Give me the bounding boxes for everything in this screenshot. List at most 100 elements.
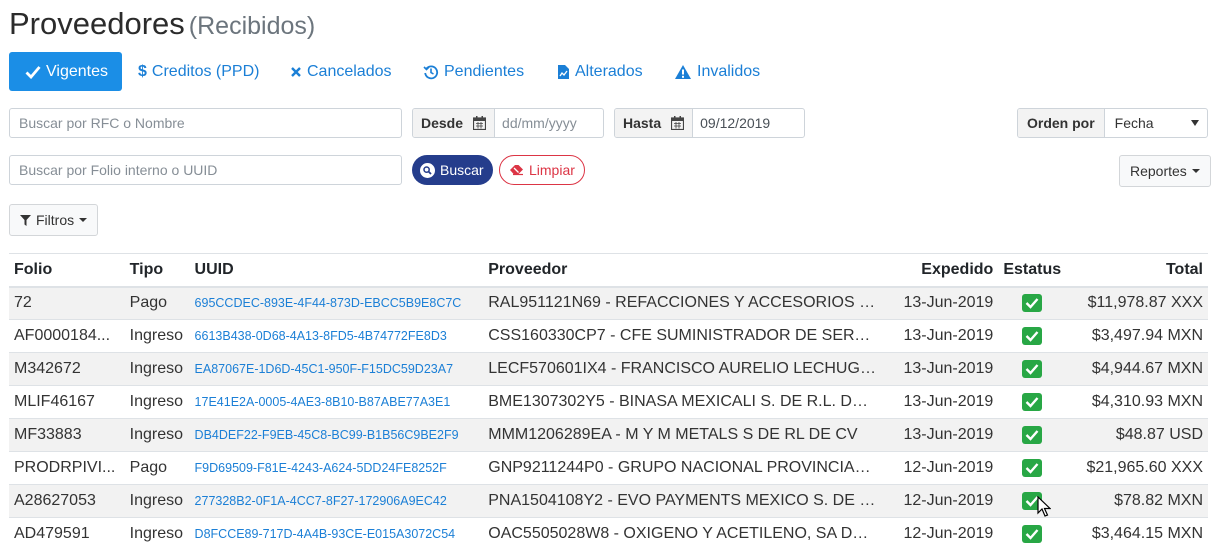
table-row[interactable]: AF0000184... Ingreso 6613B438-0D68-4A13-… <box>9 319 1208 353</box>
filter-icon <box>20 214 31 226</box>
dollar-icon: $ <box>138 62 147 80</box>
proveedor-cell: LECF570601IX4 - FRANCISCO AURELIO LECHUG… <box>483 352 883 386</box>
check-square-icon <box>1022 425 1043 444</box>
table-row[interactable]: A28627053 Ingreso 277328B2-0F1A-4CC7-8F2… <box>9 484 1208 518</box>
mouse-cursor-icon <box>1037 496 1051 517</box>
estatus-cell <box>998 319 1067 353</box>
reportes-dropdown-button[interactable]: Reportes <box>1119 155 1211 187</box>
uuid-link[interactable]: EA87067E-1D6D-45C1-950F-F15DC59D23A7 <box>189 352 484 386</box>
table-row[interactable]: M342672 Ingreso EA87067E-1D6D-45C1-950F-… <box>9 352 1208 386</box>
check-square-icon <box>1022 525 1043 544</box>
uuid-link[interactable]: D8FCCE89-717D-4A4B-93CE-E015A3072C54 <box>189 517 484 551</box>
orden-por-field[interactable]: Orden por Fecha <box>1017 108 1208 138</box>
hasta-date-field[interactable]: Hasta 09/12/2019 <box>614 108 805 138</box>
uuid-link[interactable]: 277328B2-0F1A-4CC7-8F27-172906A9EC42 <box>189 484 484 518</box>
hasta-date-input[interactable]: 09/12/2019 <box>693 109 804 137</box>
desde-date-field[interactable]: Desde dd/mm/yyyy <box>412 108 604 138</box>
proveedor-cell: PNA1504108Y2 - EVO PAYMENTS MEXICO S. DE… <box>483 484 883 518</box>
desde-date-input[interactable]: dd/mm/yyyy <box>495 109 603 137</box>
proveedor-cell: CSS160330CP7 - CFE SUMINISTRADOR DE SERV… <box>483 319 883 353</box>
tipo-cell: Ingreso <box>124 418 190 452</box>
orden-por-select[interactable]: Fecha <box>1105 109 1207 137</box>
table-header-row: Folio Tipo UUID Proveedor Expedido Estat… <box>9 253 1208 288</box>
file-chart-icon <box>558 64 569 79</box>
tab-invalidos[interactable]: Invalidos <box>674 52 760 91</box>
uuid-link[interactable]: F9D69509-F81E-4243-A624-5DD24FE8252F <box>189 451 484 485</box>
tipo-cell: Ingreso <box>124 352 190 386</box>
select-arrow-icon <box>1191 120 1199 126</box>
tab-cancelados[interactable]: Cancelados <box>290 52 392 91</box>
estatus-cell <box>998 352 1067 386</box>
col-header-uuid[interactable]: UUID <box>189 253 484 288</box>
folio-cell: AD479591 <box>9 517 125 551</box>
proveedor-cell: RAL951121N69 - REFACCIONES Y ACCESORIOS … <box>483 286 883 320</box>
search-rfc-input[interactable]: Buscar por RFC o Nombre <box>9 108 402 138</box>
col-header-estatus[interactable]: Estatus <box>998 253 1067 288</box>
uuid-link[interactable]: DB4DEF22-F9EB-45C8-BC99-B1B56C9BE2F9 <box>189 418 484 452</box>
expedido-cell: 13-Jun-2019 <box>882 319 999 353</box>
folio-cell: M342672 <box>9 352 125 386</box>
col-header-total[interactable]: Total <box>1066 253 1208 288</box>
proveedor-cell: OAC5505028W8 - OXIGENO Y ACETILENO, SA D… <box>483 517 883 551</box>
filtros-dropdown-button[interactable]: Filtros <box>9 204 99 236</box>
table-row[interactable]: PRODRPIVI... Pago F9D69509-F81E-4243-A62… <box>9 451 1208 485</box>
expedido-cell: 12-Jun-2019 <box>882 517 999 551</box>
tipo-cell: Ingreso <box>124 385 190 419</box>
buscar-button[interactable]: Buscar <box>412 155 493 185</box>
calendar-icon <box>473 116 487 130</box>
search-folio-input[interactable]: Buscar por Folio interno o UUID <box>9 155 402 185</box>
times-icon <box>291 66 301 77</box>
uuid-link[interactable]: 695CCDEC-893E-4F44-873D-EBCC5B9E8C7C <box>189 286 484 320</box>
estatus-cell <box>998 385 1067 419</box>
warning-icon <box>675 64 691 79</box>
table-row[interactable]: 72 Pago 695CCDEC-893E-4F44-873D-EBCC5B9E… <box>9 286 1208 320</box>
total-cell: $3,497.94 MXN <box>1066 319 1208 353</box>
col-header-expedido[interactable]: Expedido <box>882 253 999 288</box>
col-header-folio[interactable]: Folio <box>9 253 125 288</box>
tab-alterados[interactable]: Alterados <box>557 52 643 91</box>
check-icon <box>25 65 41 79</box>
table-row[interactable]: MLIF46167 Ingreso 17E41E2A-0005-4AE3-8B1… <box>9 385 1208 419</box>
table-row[interactable]: AD479591 Ingreso D8FCCE89-717D-4A4B-93CE… <box>9 517 1208 551</box>
uuid-link[interactable]: 6613B438-0D68-4A13-8FD5-4B74772FE8D3 <box>189 319 484 353</box>
expedido-cell: 13-Jun-2019 <box>882 352 999 386</box>
total-cell: $11,978.87 XXX <box>1066 286 1208 320</box>
folio-cell: A28627053 <box>9 484 125 518</box>
tipo-cell: Pago <box>124 286 190 320</box>
folio-cell: 72 <box>9 286 125 320</box>
tab-pendientes[interactable]: Pendientes <box>423 52 524 91</box>
estatus-cell <box>998 286 1067 320</box>
facturas-table: Folio Tipo UUID Proveedor Expedido Estat… <box>9 253 1208 551</box>
limpiar-button[interactable]: Limpiar <box>499 155 585 185</box>
tipo-cell: Ingreso <box>124 484 190 518</box>
eraser-icon <box>510 165 523 176</box>
folio-cell: MLIF46167 <box>9 385 125 419</box>
proveedor-cell: GNP9211244P0 - GRUPO NACIONAL PROVINCIAL… <box>483 451 883 485</box>
total-cell: $4,310.93 MXN <box>1066 385 1208 419</box>
check-square-icon <box>1022 359 1043 378</box>
tab-vigentes[interactable]: Vigentes <box>9 52 122 91</box>
caret-down-icon <box>1191 169 1200 173</box>
uuid-link[interactable]: 17E41E2A-0005-4AE3-8B10-B87ABE77A3E1 <box>189 385 484 419</box>
check-square-icon <box>1022 392 1043 411</box>
total-cell: $3,464.15 MXN <box>1066 517 1208 551</box>
col-header-tipo[interactable]: Tipo <box>124 253 190 288</box>
caret-down-icon <box>79 218 88 222</box>
total-cell: $21,965.60 XXX <box>1066 451 1208 485</box>
table-row[interactable]: MF33883 Ingreso DB4DEF22-F9EB-45C8-BC99-… <box>9 418 1208 452</box>
history-icon <box>423 64 439 79</box>
proveedor-cell: BME1307302Y5 - BINASA MEXICALI S. DE R.L… <box>483 385 883 419</box>
folio-cell: AF0000184... <box>9 319 125 353</box>
col-header-proveedor[interactable]: Proveedor <box>483 253 883 288</box>
check-square-icon <box>1022 458 1043 477</box>
tab-creditos[interactable]: $ Creditos (PPD) <box>138 52 259 91</box>
estatus-cell <box>998 517 1067 551</box>
tipo-cell: Pago <box>124 451 190 485</box>
total-cell: $4,944.67 MXN <box>1066 352 1208 386</box>
page-title: Proveedores (Recibidos) <box>9 6 316 41</box>
expedido-cell: 12-Jun-2019 <box>882 484 999 518</box>
calendar-icon <box>671 116 685 130</box>
page-subtitle: (Recibidos) <box>188 12 316 40</box>
expedido-cell: 13-Jun-2019 <box>882 286 999 320</box>
check-square-icon <box>1022 294 1043 313</box>
